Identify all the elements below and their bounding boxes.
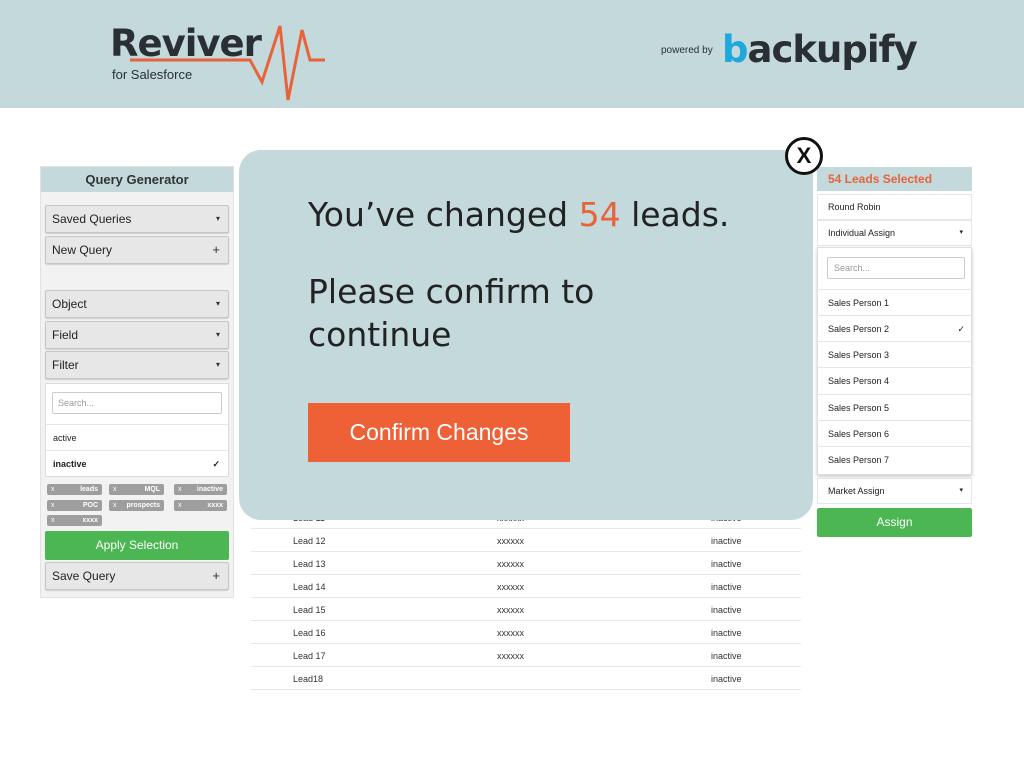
table-row[interactable]: Lead 17 xxxxxx inactive <box>251 644 801 667</box>
leads-table: Lead 11xxxxxxinactive Lead 12xxxxxxinact… <box>251 506 801 690</box>
table-row[interactable]: Lead 15 xxxxxx inactive <box>251 598 801 621</box>
filter-tag[interactable]: x POC <box>47 500 102 511</box>
filter-tag[interactable]: x leads <box>47 484 102 495</box>
leads-selected-title: 54 Leads Selected <box>817 167 972 191</box>
list-item[interactable]: Sales Person 1 <box>818 289 971 315</box>
modal-prompt: Please confirm to continue <box>308 272 595 354</box>
chevron-down-icon: ▾ <box>959 229 963 236</box>
filter-tag[interactable]: x xxxx <box>174 500 227 511</box>
market-assign-dropdown[interactable]: Market Assign ▾ <box>817 478 972 504</box>
chevron-down-icon: ▾ <box>959 487 963 494</box>
filter-dropdown[interactable]: Filter ▾ <box>45 351 229 379</box>
filter-tag[interactable]: x prospects <box>109 500 164 511</box>
sales-person-list: Search... Sales Person 1 Sales Person 2 ✓… <box>817 247 972 475</box>
assignment-panel: 54 Leads Selected Round Robin Individual… <box>817 167 972 507</box>
list-item[interactable]: Sales Person 6 <box>818 420 971 446</box>
chevron-down-icon: ▾ <box>215 330 220 339</box>
table-row[interactable]: Lead 13 xxxxxx inactive <box>251 552 801 575</box>
modal-message: You’ve changed 54 leads. <box>308 195 730 234</box>
filter-option-active[interactable]: active <box>46 424 228 450</box>
filter-tag[interactable]: x xxxx <box>47 515 102 526</box>
plus-icon: + <box>212 242 220 257</box>
filter-search-input[interactable]: Search... <box>52 392 222 414</box>
backupify-logo: backupify <box>722 28 918 71</box>
panel-title: Query Generator <box>41 167 233 192</box>
powered-by-label: powered by <box>661 45 713 56</box>
chevron-down-icon: ▾ <box>215 299 220 308</box>
table-row[interactable]: Lead18 inactive <box>251 667 801 690</box>
list-item[interactable]: Sales Person 2 ✓ <box>818 315 971 341</box>
filter-option-inactive[interactable]: inactive ✓ <box>46 450 228 476</box>
list-item[interactable]: Sales Person 3 <box>818 341 971 367</box>
chevron-down-icon: ▾ <box>215 214 220 223</box>
individual-assign-dropdown[interactable]: Individual Assign ▾ <box>817 220 972 246</box>
list-item[interactable]: Sales Person 4 <box>818 367 971 393</box>
plus-icon: + <box>212 568 220 583</box>
close-modal-button[interactable]: X <box>785 137 823 175</box>
apply-selection-button[interactable]: Apply Selection <box>45 531 229 560</box>
list-item[interactable]: Sales Person 5 <box>818 394 971 420</box>
round-robin-option[interactable]: Round Robin <box>817 194 972 220</box>
saved-queries-dropdown[interactable]: Saved Queries ▾ <box>45 205 229 233</box>
object-dropdown[interactable]: Object ▾ <box>45 290 229 318</box>
checkmark-icon: ✓ <box>212 459 220 469</box>
field-dropdown[interactable]: Field ▾ <box>45 321 229 349</box>
app-header: Reviver for Salesforce powered by backup… <box>0 0 1024 108</box>
confirm-changes-button[interactable]: Confirm Changes <box>308 403 570 462</box>
sales-person-search-input[interactable]: Search... <box>827 257 965 279</box>
filter-tag[interactable]: x MQL <box>109 484 164 495</box>
table-row[interactable]: Lead 12 xxxxxx inactive <box>251 529 801 552</box>
new-query-button[interactable]: New Query + <box>45 236 229 264</box>
filter-options: Search... active inactive ✓ <box>45 383 229 477</box>
filter-tag[interactable]: x inactive <box>174 484 227 495</box>
confirm-modal: You’ve changed 54 leads. Please confirm … <box>239 150 813 520</box>
chevron-down-icon: ▾ <box>215 360 220 369</box>
save-query-button[interactable]: Save Query + <box>45 562 229 590</box>
heartbeat-icon <box>130 25 325 101</box>
assign-button[interactable]: Assign <box>817 508 972 537</box>
list-item[interactable]: Sales Person 7 <box>818 446 971 472</box>
table-row[interactable]: Lead 16 xxxxxx inactive <box>251 621 801 644</box>
reviver-logo: Reviver for Salesforce <box>110 20 340 105</box>
checkmark-icon: ✓ <box>957 324 965 334</box>
query-generator-panel: Query Generator Saved Queries ▾ New Query… <box>40 166 234 598</box>
table-row[interactable]: Lead 14 xxxxxx inactive <box>251 575 801 598</box>
changed-count: 54 <box>578 195 621 234</box>
